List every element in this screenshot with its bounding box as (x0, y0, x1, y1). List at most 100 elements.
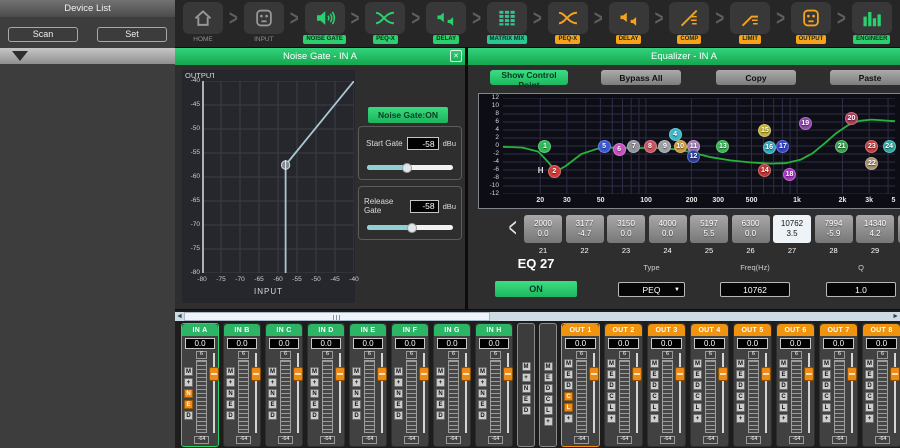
channel-tab[interactable]: OUT 3 (648, 324, 685, 336)
limit-button[interactable]: L (564, 403, 573, 412)
q-field[interactable]: 1.0 (826, 282, 896, 297)
eq-point-24[interactable]: 24 (883, 140, 896, 153)
mute-button[interactable]: M (478, 367, 487, 376)
release-gate-slider[interactable] (367, 225, 453, 230)
limit-button[interactable]: L (544, 406, 553, 415)
comp-button[interactable]: C (650, 392, 659, 401)
eq-button[interactable]: E (268, 400, 277, 409)
mute-button[interactable]: M (436, 367, 445, 376)
device-list-expander[interactable] (0, 48, 175, 64)
mute-button[interactable]: M (736, 359, 745, 368)
channel-tab[interactable]: OUT 5 (734, 324, 771, 336)
channel-value[interactable]: 0.0 (479, 338, 509, 349)
eq-band-27[interactable]: 107623.5 (773, 215, 811, 243)
mute-button[interactable]: M (865, 359, 874, 368)
eq-button[interactable]: E (184, 400, 193, 409)
toolbar-item-input[interactable]: INPUT (241, 2, 287, 43)
scroll-right-icon[interactable]: ► (892, 312, 899, 321)
bypass-all-button[interactable]: Bypass All (601, 70, 681, 85)
eq-button[interactable]: E (736, 370, 745, 379)
fader-handle[interactable] (377, 367, 387, 381)
channel-value[interactable]: 0.0 (694, 338, 725, 349)
noisegate-button[interactable]: N (184, 389, 193, 398)
channel-value[interactable]: 0.0 (737, 338, 768, 349)
delay-button[interactable]: D (436, 411, 445, 420)
channel-value[interactable]: 0.0 (565, 338, 596, 349)
fader-handle[interactable] (419, 367, 429, 381)
channel-value[interactable]: 0.0 (437, 338, 467, 349)
delay-button[interactable]: D (650, 381, 659, 390)
link-button[interactable]: + (736, 414, 745, 423)
fader-track[interactable] (381, 353, 383, 433)
channel-tab[interactable]: IN G (434, 324, 470, 336)
fader-handle[interactable] (847, 367, 857, 381)
comp-button[interactable]: C (779, 392, 788, 401)
eq-button[interactable]: E (865, 370, 874, 379)
limit-button[interactable]: L (607, 403, 616, 412)
noisegate-button[interactable]: N (436, 389, 445, 398)
eq-button[interactable]: E (352, 400, 361, 409)
channel-tab[interactable]: IN A (182, 324, 218, 336)
channel-tab[interactable]: IN F (392, 324, 428, 336)
fader-track[interactable] (894, 353, 896, 433)
fader-track[interactable] (679, 353, 681, 433)
eq-button[interactable]: E (310, 400, 319, 409)
fader-track[interactable] (808, 353, 810, 433)
fader-handle[interactable] (718, 367, 728, 381)
eq-band-26[interactable]: 63000.0 (732, 215, 770, 243)
mute-button[interactable]: M (693, 359, 702, 368)
toolbar-item-matrix-mix[interactable]: MATRIX MIX (484, 2, 530, 44)
delay-button[interactable]: D (226, 411, 235, 420)
fader-track[interactable] (507, 353, 509, 433)
fader-track[interactable] (213, 353, 215, 433)
channels-scrollbar[interactable]: ◄ ► (175, 312, 900, 321)
delay-button[interactable]: D (779, 381, 788, 390)
delay-button[interactable]: D (564, 381, 573, 390)
eq-button[interactable]: E (522, 395, 531, 404)
fader-handle[interactable] (761, 367, 771, 381)
fader-handle[interactable] (209, 367, 219, 381)
channel-tab[interactable]: OUT 8 (863, 324, 900, 336)
mute-button[interactable]: M (544, 362, 553, 371)
comp-button[interactable]: C (564, 392, 573, 401)
channel-tab[interactable]: OUT 2 (605, 324, 642, 336)
eq-button[interactable]: E (226, 400, 235, 409)
link-button[interactable]: + (544, 417, 553, 426)
toolbar-item-limit[interactable]: LIMIT (727, 2, 773, 44)
link-button[interactable]: + (394, 378, 403, 387)
fader-track[interactable] (593, 353, 595, 433)
eq-band-24[interactable]: 40000.0 (649, 215, 687, 243)
toolbar-item-noise-gate[interactable]: NOISE GATE (302, 2, 348, 44)
eq-point-4[interactable]: 4 (669, 128, 682, 141)
scrollbar-thumb[interactable] (184, 312, 490, 321)
limit-button[interactable]: L (779, 403, 788, 412)
eq-point-16[interactable]: 16 (763, 141, 776, 154)
toolbar-item-peq-x[interactable]: PEQ-X (362, 2, 408, 44)
noisegate-button[interactable]: N (268, 389, 277, 398)
channel-value[interactable]: 0.0 (395, 338, 425, 349)
channel-tab[interactable]: OUT 4 (691, 324, 728, 336)
eq-button[interactable]: E (607, 370, 616, 379)
start-gate-slider[interactable] (367, 165, 453, 170)
type-dropdown[interactable]: PEQ ▼ (618, 282, 685, 297)
channel-value[interactable]: 0.0 (866, 338, 897, 349)
channel-tab[interactable]: IN E (350, 324, 386, 336)
start-gate-slider-thumb[interactable] (402, 163, 412, 173)
mute-button[interactable]: M (522, 362, 531, 371)
noise-gate-on-button[interactable]: Noise Gate:ON (368, 107, 448, 123)
link-button[interactable]: + (184, 378, 193, 387)
toolbar-item-delay[interactable]: DELAY (423, 2, 469, 44)
delay-button[interactable]: D (478, 411, 487, 420)
mute-button[interactable]: M (310, 367, 319, 376)
fader-handle[interactable] (251, 367, 261, 381)
link-button[interactable]: + (650, 414, 659, 423)
delay-button[interactable]: D (268, 411, 277, 420)
link-button[interactable]: + (478, 378, 487, 387)
mute-button[interactable]: M (822, 359, 831, 368)
noisegate-button[interactable]: N (226, 389, 235, 398)
scroll-left-icon[interactable]: ◄ (176, 312, 183, 321)
toolbar-item-engineer[interactable]: ENGINEER (849, 2, 895, 44)
channel-value[interactable]: 0.0 (608, 338, 639, 349)
channel-tab[interactable]: IN B (224, 324, 260, 336)
mute-button[interactable]: M (184, 367, 193, 376)
